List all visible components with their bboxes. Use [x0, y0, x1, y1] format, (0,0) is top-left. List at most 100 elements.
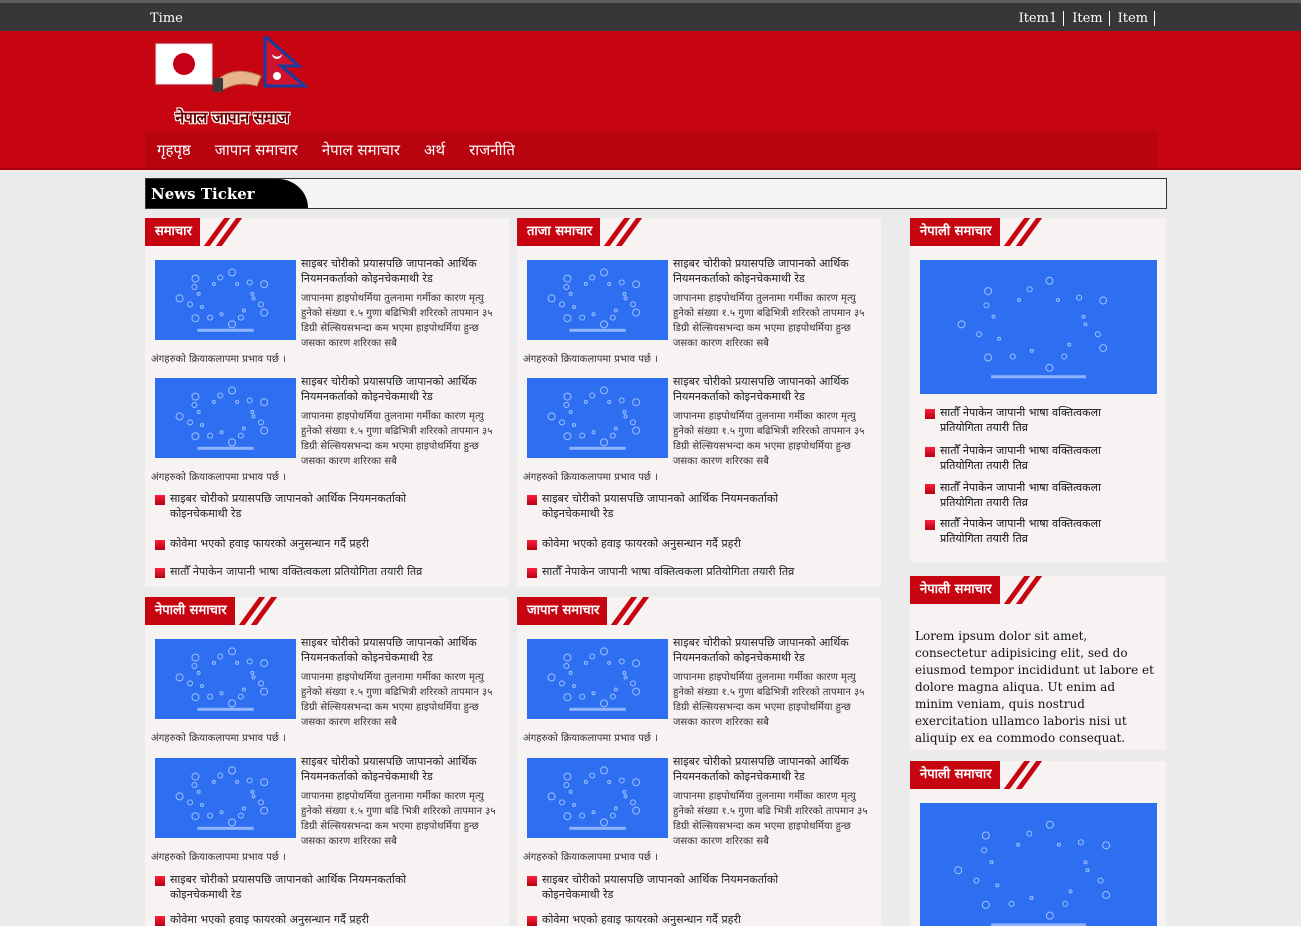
top-link-item3[interactable]: Item — [1110, 11, 1155, 26]
nav-bar: गृहपृष्ठ जापान समाचार नेपाल समाचार अर्थ … — [145, 131, 1157, 168]
list-item-title[interactable]: कोवेमा भएको हवाइ फायरको अनुसन्धान गर्दै … — [170, 536, 369, 551]
article-summary-tail: अंगहरुको क्रियाकलापमा प्रभाव पर्छ । — [151, 354, 286, 365]
nav-japan-news[interactable]: जापान समाचार — [203, 140, 310, 160]
widget-text: Lorem ipsum dolor sit amet, consectetur … — [915, 629, 1154, 745]
list-item[interactable]: कोवेमा भएको हवाइ फायरको अनुसन्धान गर्दै … — [155, 536, 369, 551]
section-title: नेपाली समाचार — [910, 761, 1000, 789]
article-summary-tail: अंगहरुको क्रियाकलापमा प्रभाव पर्छ । — [523, 852, 658, 863]
list-item[interactable]: कोवेमा भएको हवाइ फायरको अनुसन्धान गर्दै … — [527, 536, 741, 551]
section-header: ताजा समाचार — [517, 218, 645, 246]
article-summary-tail: अंगहरुको क्रियाकलापमा प्रभाव पर्छ । — [151, 733, 286, 744]
nav-economy[interactable]: अर्थ — [412, 140, 457, 160]
stripes-icon — [600, 218, 645, 246]
article-title[interactable]: साइबर चोरीको प्रयासपछि जापानको आर्थिक नि… — [673, 256, 877, 286]
bullet-icon — [527, 540, 537, 550]
article-card[interactable]: साइबर चोरीको प्रयासपछि जापानको आर्थिक नि… — [517, 636, 879, 751]
sidebar-list-item-title[interactable]: सातौँ नेपाकेन जापानी भाषा वक्तित्वकला प्… — [940, 443, 1145, 473]
site-logo[interactable]: नेपाल जापान समाज — [153, 32, 311, 128]
tech-illustration-icon — [175, 766, 269, 830]
section-title: नेपाली समाचार — [910, 218, 1000, 246]
article-card[interactable]: साइबर चोरीको प्रयासपछि जापानको आर्थिक नि… — [145, 375, 507, 490]
top-link-item2[interactable]: Item — [1064, 11, 1110, 26]
list-item[interactable]: साइबर चोरीको प्रयासपछि जापानको आर्थिक नि… — [155, 872, 455, 902]
list-item-title[interactable]: साइबर चोरीको प्रयासपछि जापानको आर्थिक नि… — [170, 872, 455, 902]
list-item-title[interactable]: साइबर चोरीको प्रयासपछि जापानको आर्थिक नि… — [542, 491, 827, 521]
section-title: समाचार — [145, 218, 200, 246]
tech-illustration-icon — [547, 766, 641, 830]
section-header: नेपाली समाचार — [910, 218, 1044, 246]
article-card[interactable]: साइबर चोरीको प्रयासपछि जापानको आर्थिक नि… — [517, 755, 879, 870]
bullet-icon — [527, 568, 537, 578]
article-thumbnail[interactable] — [527, 260, 668, 340]
article-card[interactable]: साइबर चोरीको प्रयासपछि जापानको आर्थिक नि… — [145, 257, 507, 372]
list-item-title[interactable]: कोवेमा भएको हवाइ फायरको अनुसन्धान गर्दै … — [170, 912, 369, 926]
list-item-title[interactable]: सातौँ नेपाकेन जापानी भाषा वक्तित्वकला प्… — [542, 564, 794, 579]
article-title[interactable]: साइबर चोरीको प्रयासपछि जापानको आर्थिक नि… — [301, 256, 505, 286]
article-title[interactable]: साइबर चोरीको प्रयासपछि जापानको आर्थिक नि… — [301, 374, 505, 404]
sidebar-list-item[interactable]: सातौँ नेपाकेन जापानी भाषा वक्तित्वकला प्… — [925, 443, 1145, 473]
section-header: नेपाली समाचार — [910, 576, 1044, 604]
article-title[interactable]: साइबर चोरीको प्रयासपछि जापानको आर्थिक नि… — [673, 635, 877, 665]
article-title[interactable]: साइबर चोरीको प्रयासपछि जापानको आर्थिक नि… — [673, 374, 877, 404]
sidebar-list-item[interactable]: सातौँ नेपाकेन जापानी भाषा वक्तित्वकला प्… — [925, 405, 1145, 435]
news-ticker-label: News Ticker — [146, 179, 308, 208]
featured-thumbnail[interactable] — [920, 260, 1157, 394]
sidebar-list-item-title[interactable]: सातौँ नेपाकेन जापानी भाषा वक्तित्वकला प्… — [940, 480, 1145, 510]
sidebar-list-item[interactable]: सातौँ नेपाकेन जापानी भाषा वक्तित्वकला प्… — [925, 516, 1145, 546]
article-thumbnail[interactable] — [155, 758, 296, 838]
tech-illustration-icon — [954, 820, 1111, 926]
main-nav: गृहपृष्ठ जापान समाचार नेपाल समाचार अर्थ … — [0, 131, 1301, 170]
nav-politics[interactable]: राजनीति — [457, 140, 527, 160]
article-card[interactable]: साइबर चोरीको प्रयासपछि जापानको आर्थिक नि… — [517, 257, 879, 372]
sidebar-list-item[interactable]: सातौँ नेपाकेन जापानी भाषा वक्तित्वकला प्… — [925, 480, 1145, 510]
top-link-item1[interactable]: Item1 — [1011, 11, 1065, 26]
list-item[interactable]: सातौँ नेपाकेन जापानी भाषा वक्तित्वकला प्… — [527, 564, 794, 579]
article-thumbnail[interactable] — [155, 378, 296, 458]
tech-illustration-icon — [547, 268, 641, 332]
article-summary: जापानमा हाइपोथर्मिया तुलनामा गर्मीका कार… — [673, 411, 865, 467]
article-card[interactable]: साइबर चोरीको प्रयासपछि जापानको आर्थिक नि… — [145, 755, 507, 870]
list-item[interactable]: कोवेमा भएको हवाइ फायरको अनुसन्धान गर्दै … — [527, 912, 741, 926]
list-item[interactable]: सातौँ नेपाकेन जापानी भाषा वक्तित्वकला प्… — [155, 564, 422, 579]
bullet-icon — [155, 876, 165, 886]
article-card[interactable]: साइबर चोरीको प्रयासपछि जापानको आर्थिक नि… — [145, 636, 507, 751]
article-title[interactable]: साइबर चोरीको प्रयासपछि जापानको आर्थिक नि… — [301, 635, 505, 665]
time-label: Time — [150, 11, 183, 26]
article-thumbnail[interactable] — [527, 758, 668, 838]
tech-illustration-icon — [175, 647, 269, 711]
list-item-title[interactable]: सातौँ नेपाकेन जापानी भाषा वक्तित्वकला प्… — [170, 564, 422, 579]
news-ticker: News Ticker — [145, 178, 1167, 209]
article-title[interactable]: साइबर चोरीको प्रयासपछि जापानको आर्थिक नि… — [673, 754, 877, 784]
flags-handshake-logo-icon — [155, 32, 310, 93]
section-header: जापान समाचार — [517, 597, 652, 625]
stripes-icon — [1000, 218, 1044, 246]
bullet-icon — [925, 484, 935, 494]
tech-illustration-icon — [175, 386, 269, 450]
featured-thumbnail[interactable] — [920, 803, 1157, 926]
section-nepali-news: नेपाली समाचार साइबर चोरीको प्रयासपछि जाप… — [145, 597, 509, 926]
list-item-title[interactable]: साइबर चोरीको प्रयासपछि जापानको आर्थिक नि… — [542, 872, 827, 902]
list-item[interactable]: साइबर चोरीको प्रयासपछि जापानको आर्थिक नि… — [155, 491, 455, 521]
section-title: जापान समाचार — [517, 597, 608, 625]
section-japan-news: जापान समाचार साइबर चोरीको प्रयासपछि जापा… — [517, 597, 881, 926]
nav-home[interactable]: गृहपृष्ठ — [145, 140, 203, 160]
tech-illustration-icon — [957, 276, 1108, 379]
sidebar-list-item-title[interactable]: सातौँ नेपाकेन जापानी भाषा वक्तित्वकला प्… — [940, 516, 1145, 546]
list-item-title[interactable]: कोवेमा भएको हवाइ फायरको अनुसन्धान गर्दै … — [542, 536, 741, 551]
list-item-title[interactable]: कोवेमा भएको हवाइ फायरको अनुसन्धान गर्दै … — [542, 912, 741, 926]
section-latest-news: ताजा समाचार साइबर चोरीको प्रयासपछि जापान… — [517, 218, 881, 587]
list-item[interactable]: साइबर चोरीको प्रयासपछि जापानको आर्थिक नि… — [527, 491, 827, 521]
bullet-icon — [925, 520, 935, 530]
article-thumbnail[interactable] — [527, 378, 668, 458]
nav-nepal-news[interactable]: नेपाल समाचार — [310, 140, 412, 160]
article-thumbnail[interactable] — [155, 639, 296, 719]
list-item-title[interactable]: साइबर चोरीको प्रयासपछि जापानको आर्थिक नि… — [170, 491, 455, 521]
sidebar-list-item-title[interactable]: सातौँ नेपाकेन जापानी भाषा वक्तित्वकला प्… — [940, 405, 1145, 435]
list-item[interactable]: कोवेमा भएको हवाइ फायरको अनुसन्धान गर्दै … — [155, 912, 369, 926]
article-thumbnail[interactable] — [155, 260, 296, 340]
article-title[interactable]: साइबर चोरीको प्रयासपछि जापानको आर्थिक नि… — [301, 754, 505, 784]
article-card[interactable]: साइबर चोरीको प्रयासपछि जापानको आर्थिक नि… — [517, 375, 879, 490]
list-item[interactable]: साइबर चोरीको प्रयासपछि जापानको आर्थिक नि… — [527, 872, 827, 902]
article-thumbnail[interactable] — [527, 639, 668, 719]
bullet-icon — [925, 447, 935, 457]
